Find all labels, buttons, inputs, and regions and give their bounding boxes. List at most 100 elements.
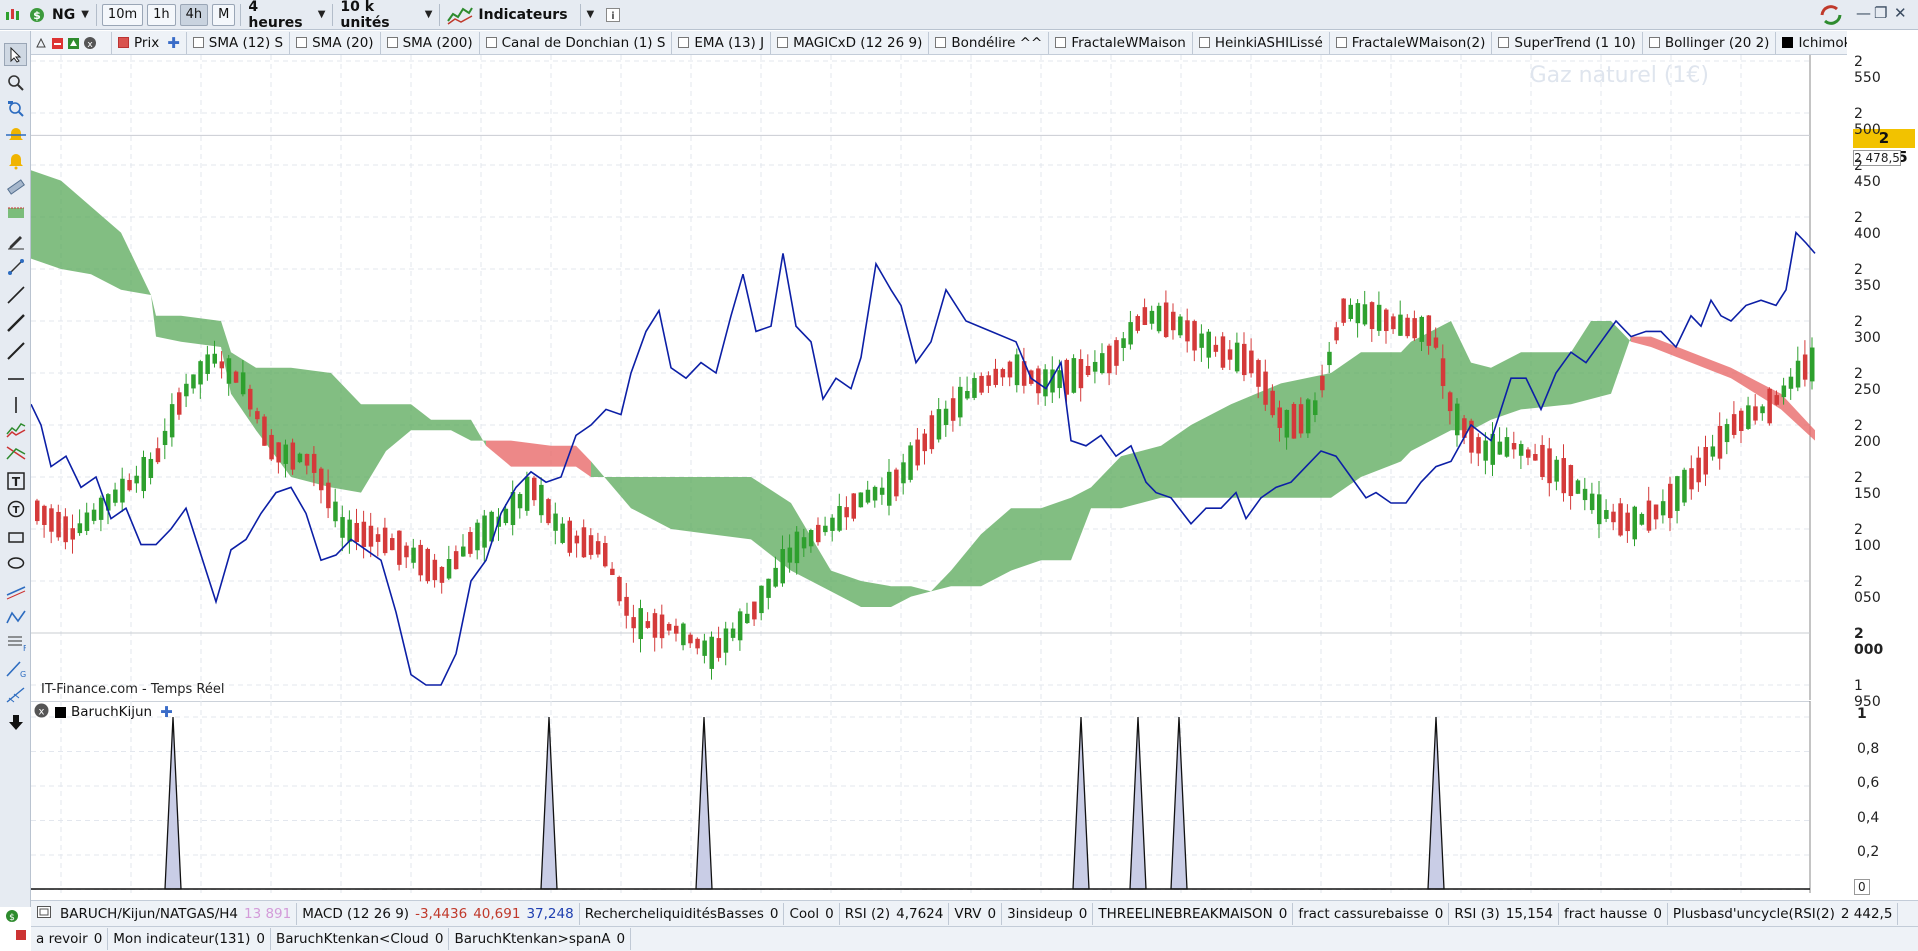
status-item[interactable]: RechercheliquiditésBasses 0 [580,902,785,925]
tab-baruchkijun[interactable]: BaruchKijun [49,702,158,722]
restore-icon[interactable]: ❐ [1874,4,1887,22]
text-icon[interactable]: T [4,469,27,492]
indicators-button[interactable]: Indicateurs [443,4,571,26]
timeframe-4h-button[interactable]: 4h [179,3,209,26]
trendline-icon[interactable] [4,311,27,334]
status-item[interactable]: THREELINEBREAKMAISON 0 [1093,902,1294,925]
status-item[interactable]: Cool 0 [784,902,840,925]
status-item[interactable]: a revoir 0 [31,928,109,950]
close-indicator-icon[interactable]: x [34,703,49,722]
add-icon[interactable]: ✚ [167,34,180,52]
cloud-bear [1691,352,1731,379]
status-item[interactable]: VRV 0 [949,902,1003,925]
candle-body [1391,316,1396,330]
checkbox-icon[interactable] [1648,37,1660,48]
ray-icon[interactable] [4,339,27,362]
bottom-left-app-icon[interactable]: $ [4,906,28,946]
zone-icon[interactable] [4,201,27,224]
info-icon[interactable]: i [600,4,626,26]
tab-indicator[interactable]: HeinkiASHILissé [1193,31,1330,54]
tab-indicator[interactable]: Ichimoku (9 26 52) [1776,32,1847,54]
checkbox-icon[interactable] [1335,37,1347,48]
ruler-icon[interactable] [4,175,27,198]
checkbox-icon[interactable] [1782,37,1794,48]
zoom-icon[interactable] [4,71,27,94]
minimize-icon[interactable]: — [1856,4,1871,22]
tab-indicator[interactable]: EMA (13) J [672,31,772,54]
symbol-selector[interactable]: NG ▼ [48,4,93,26]
timeframe-10m-button[interactable]: 10m [101,3,144,26]
status-item[interactable]: BARUCH/Kijun/NATGAS/H4 13 891 [55,902,298,925]
horizontal-line-icon[interactable] [4,367,27,390]
zoom-area-icon[interactable] [4,97,27,120]
status-item[interactable]: RSI (2) 4,7624 [840,902,950,925]
indicator-canvas[interactable] [31,700,1847,893]
tab-indicator[interactable]: Bollinger (20 2) [1643,31,1777,54]
checkbox-icon[interactable] [678,37,690,48]
tab-indicator[interactable]: SMA (20) [290,31,381,54]
fibonacci-icon[interactable] [4,441,27,464]
download-arrow-icon[interactable] [4,711,27,734]
status-item[interactable]: Mon indicateur(131) 0 [108,928,271,950]
checkbox-icon[interactable] [192,37,204,48]
checkbox-icon[interactable] [1055,37,1067,48]
status-item[interactable]: 3insideup 0 [1002,902,1094,925]
rectangle-icon[interactable] [4,525,27,548]
candle-body [1313,400,1318,416]
regression-icon[interactable] [4,579,27,602]
alert-line-icon[interactable] [4,123,27,146]
indicator-pane[interactable]: 1 0,8 0,6 0,4 0,2 0 [31,700,1879,895]
units-dropdown[interactable]: 10 k unités ▼ [336,0,436,31]
add-indicator-icon[interactable]: ✚ [160,703,173,721]
checkbox-icon[interactable] [386,37,398,48]
status-close-icon[interactable] [37,905,51,922]
price-axis-tick-label: 2 500 [1854,106,1881,138]
period-dropdown[interactable]: 4 heures ▼ [244,0,329,31]
status-item[interactable]: RSI (3) 15,154 [1449,902,1559,925]
status-item-value: 0 [825,905,834,922]
pitchfork-icon[interactable] [4,605,27,628]
timeframe-m-button[interactable]: M [212,3,236,26]
status-item[interactable]: BaruchKtenkan<Cloud 0 [271,928,450,950]
timeframe-1h-button[interactable]: 1h [147,3,176,26]
checkbox-icon[interactable] [1498,37,1510,48]
text-bubble-icon[interactable]: T [4,497,27,520]
pencil-icon[interactable] [4,229,27,252]
checkbox-icon[interactable] [1198,37,1210,48]
tab-indicator[interactable]: FractaleWMaison(2) [1330,31,1493,54]
close-icon[interactable]: ✕ [1894,4,1907,22]
indicators-dropdown-arrow[interactable]: ▼ [579,3,601,26]
tab-indicator[interactable]: Canal de Donchian (1) S [480,31,673,54]
status-item[interactable]: BaruchKtenkan>spanA 0 [449,928,632,950]
checkbox-icon[interactable] [935,37,947,48]
vertical-line-icon[interactable] [4,393,27,416]
price-chart-canvas[interactable] [30,55,1847,700]
status-item[interactable]: fract hausse 0 [1559,902,1668,925]
tab-indicator[interactable]: MAGICxD (12 26 9) [771,31,930,54]
checkbox-icon[interactable] [296,37,308,48]
drawing-tools-icons[interactable]: x [31,31,112,54]
sync-refresh-icon[interactable] [1818,3,1844,31]
status-item[interactable]: Plusbasd'uncycle(RSI(2) 2 442,5 [1668,902,1899,925]
tab-indicator[interactable]: SMA (12) S [187,31,291,54]
line-icon[interactable] [4,283,27,306]
fibonacci-fan-icon[interactable]: F [4,631,27,654]
tab-indicator[interactable]: FractaleWMaison [1049,31,1193,54]
pointer-icon[interactable] [4,43,27,66]
tab-indicator[interactable]: Bondélire ^^ [929,31,1050,54]
status-item[interactable]: fract cassurebaisse 0 [1293,902,1450,925]
status-item[interactable]: MACD (12 26 9) -3,4436 40,691 37,248 [297,902,580,925]
tab-prix[interactable]: Prix ✚ [112,31,187,54]
checkbox-icon[interactable] [485,37,497,48]
tab-indicator[interactable]: SuperTrend (1 10) [1492,31,1643,54]
price-chart-pane[interactable]: Gaz naturel (1€) IT-Finance.com - Temps … [30,54,1915,710]
wave-icon[interactable] [4,683,27,706]
segment-icon[interactable] [4,255,27,278]
tab-indicator[interactable]: SMA (200) [381,31,480,54]
symbol-refresh-icon[interactable]: $ [26,4,48,26]
alert-bell-icon[interactable] [4,149,27,172]
ellipse-icon[interactable] [4,551,27,574]
checkbox-icon[interactable] [777,37,789,48]
gann-icon[interactable]: G [4,657,27,680]
channel-icon[interactable] [4,417,27,440]
